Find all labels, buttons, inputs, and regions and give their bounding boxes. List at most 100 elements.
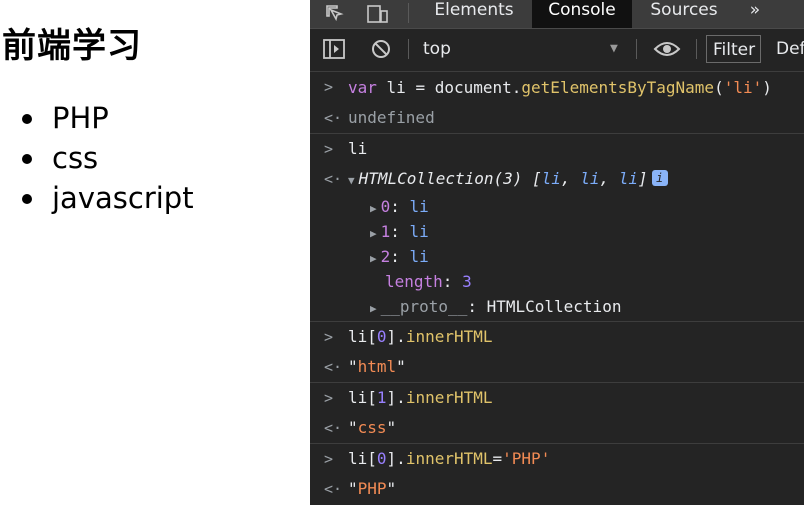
console-result-line: <· undefined	[310, 103, 804, 133]
prompt-chevron-icon: >	[324, 78, 334, 96]
code-function: getElementsByTagName	[521, 78, 715, 97]
result-string: PHP	[357, 479, 387, 498]
devtools-panel: Elements Console Sources » top ▼ Filter …	[310, 0, 804, 505]
filter-input[interactable]: Filter	[706, 35, 761, 63]
tab-sources[interactable]: Sources	[636, 0, 732, 28]
preview-item: li	[618, 169, 638, 188]
prompt-chevron-icon: >	[324, 328, 334, 346]
context-selector[interactable]: top	[423, 39, 451, 59]
collapsed-triangle-icon[interactable]: ▶	[370, 227, 377, 240]
collapsed-triangle-icon[interactable]: ▶	[370, 252, 377, 265]
item-list: PHP css javascript	[22, 98, 194, 218]
console-result-line: <· "css"	[310, 413, 804, 443]
sidebar-toggle-icon[interactable]	[320, 36, 348, 62]
result-arrow-icon: <·	[324, 480, 343, 498]
code-text: ].	[386, 327, 406, 346]
tree-child-row[interactable]: ▶ 1: li	[310, 219, 804, 244]
tree-child-row[interactable]: ▶ 0: li	[310, 194, 804, 219]
code-punct: =	[492, 449, 503, 468]
proto-value: HTMLCollection	[486, 297, 622, 316]
code-text: li[	[348, 449, 377, 468]
code-text: li[	[348, 327, 377, 346]
console-result-line: <· "html"	[310, 352, 804, 382]
length-value: 3	[462, 272, 472, 291]
code-punct: "	[348, 357, 358, 376]
rendered-page: 前端学习 PHP css javascript	[0, 0, 310, 505]
code-function: innerHTML	[405, 388, 493, 407]
tab-elements[interactable]: Elements	[420, 0, 528, 28]
list-item: javascript	[22, 178, 194, 218]
tab-separator	[408, 3, 409, 23]
child-key: 2	[380, 247, 391, 266]
code-string: 'li'	[723, 78, 763, 97]
code-punct: "	[396, 357, 406, 376]
code-keyword: var	[348, 78, 377, 97]
devtools-tabbar: Elements Console Sources »	[310, 0, 804, 29]
code-text: li	[348, 139, 368, 158]
clear-console-icon[interactable]	[368, 36, 394, 62]
more-tabs-icon[interactable]: »	[740, 0, 770, 28]
console-toolbar: top ▼ Filter Def	[310, 29, 804, 72]
prompt-chevron-icon: >	[324, 140, 334, 158]
code-number: 0	[376, 449, 387, 468]
log-levels-dropdown[interactable]: Def	[776, 39, 804, 59]
code-text: li = document.	[376, 78, 522, 97]
tree-child-row[interactable]: ▶ 2: li	[310, 244, 804, 269]
code-punct: )	[762, 78, 772, 97]
result-string: html	[357, 357, 397, 376]
result-arrow-icon: <·	[324, 109, 343, 127]
toolbar-separator	[636, 39, 637, 59]
result-value: undefined	[348, 108, 435, 127]
page-heading: 前端学习	[2, 26, 142, 66]
result-string: css	[357, 418, 387, 437]
collapsed-triangle-icon[interactable]: ▶	[370, 202, 377, 215]
console-input-line: > li[0].innerHTML	[310, 321, 804, 352]
inspect-element-icon[interactable]	[322, 0, 348, 28]
tab-console[interactable]: Console	[532, 0, 632, 28]
info-icon[interactable]: i	[651, 170, 668, 186]
code-string: 'PHP'	[502, 449, 551, 468]
toolbar-separator	[696, 39, 697, 59]
prompt-chevron-icon: >	[324, 389, 334, 407]
child-value: li	[409, 222, 429, 241]
preview-item: li	[580, 169, 600, 188]
collapsed-triangle-icon[interactable]: ▶	[370, 302, 377, 315]
object-name: HTMLCollection(3)	[358, 169, 523, 188]
prompt-chevron-icon: >	[324, 450, 334, 468]
child-value: li	[409, 247, 429, 266]
code-punct: "	[386, 418, 397, 437]
console-result-line: <· "PHP"	[310, 474, 804, 504]
expanded-triangle-icon[interactable]: ▼	[348, 174, 355, 187]
child-key: 1	[380, 222, 391, 241]
live-expression-eye-icon[interactable]	[652, 36, 682, 62]
length-key: length	[385, 272, 443, 291]
code-function: innerHTML	[405, 327, 493, 346]
code-punct: "	[386, 479, 397, 498]
list-item-text: PHP	[52, 101, 109, 135]
code-punct: ]	[637, 169, 648, 188]
code-number: 0	[376, 327, 387, 346]
bullet-icon	[22, 114, 32, 124]
list-item-text: javascript	[52, 181, 194, 215]
result-arrow-icon: <·	[324, 419, 343, 437]
code-punct: "	[348, 418, 358, 437]
console-input-line: > li[1].innerHTML	[310, 382, 804, 413]
child-key: 0	[380, 197, 391, 216]
device-toolbar-icon[interactable]	[364, 0, 392, 28]
bullet-icon	[22, 194, 32, 204]
code-punct: [	[522, 169, 542, 188]
child-value: li	[409, 197, 429, 216]
object-preview[interactable]: ▼ HTMLCollection(3) [li, li, li] i	[348, 164, 668, 196]
console-result-line: <· ▼ HTMLCollection(3) [li, li, li] i	[310, 164, 804, 194]
tree-proto-row[interactable]: ▶ __proto__: HTMLCollection	[310, 294, 804, 321]
list-item-text: css	[52, 141, 99, 175]
toolbar-separator	[408, 39, 409, 59]
chevron-down-icon[interactable]: ▼	[610, 41, 618, 56]
console-input-line: > li	[310, 133, 804, 164]
code-number: 1	[376, 388, 387, 407]
console-input-line: > var li = document.getElementsByTagName…	[310, 72, 804, 103]
code-text: li[	[348, 388, 377, 407]
list-item: css	[22, 138, 194, 178]
preview-item: li	[541, 169, 561, 188]
console-output: > var li = document.getElementsByTagName…	[310, 72, 804, 504]
